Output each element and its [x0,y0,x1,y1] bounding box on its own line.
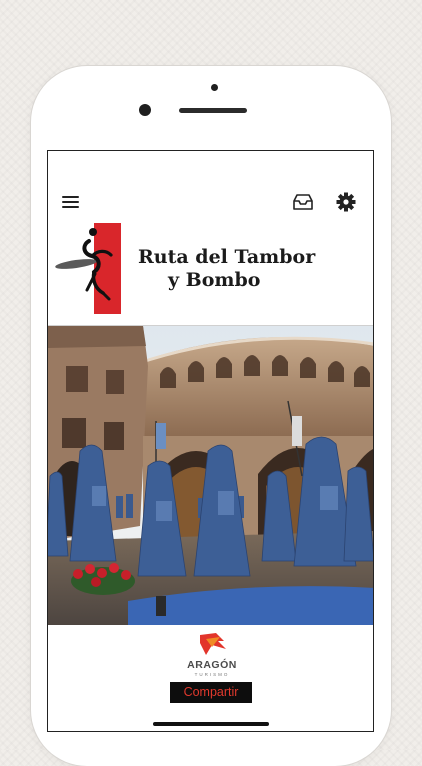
phone-speaker [179,108,247,113]
phone-camera-dot [211,84,218,91]
share-button[interactable]: Compartir [170,682,252,703]
aragon-turismo-logo: ARAGÓN TURISMO [180,631,244,677]
app-store-screenshot: { "app": { "logo": { "line1": "Ruta del … [0,0,422,766]
gear-icon[interactable] [335,191,357,213]
hamburger-menu-icon[interactable] [60,194,82,210]
app-title-line-2: y Bombo [168,269,261,291]
app-screen: Ruta del Tambor y Bombo ARAGÓN TURISMO C… [47,150,374,732]
hero-photo [48,326,373,625]
app-title: Ruta del Tambor y Bombo [138,246,315,292]
home-indicator[interactable] [153,722,269,726]
inbox-icon[interactable] [291,192,315,212]
app-logo: Ruta del Tambor y Bombo [54,219,369,319]
turismo-text: TURISMO [194,672,230,677]
phone-front-camera [139,104,151,116]
app-toolbar [48,151,373,221]
drummer-logo-icon [55,223,121,314]
aragon-brand-text: ARAGÓN [187,659,237,671]
aragon-dragon-icon [200,633,226,655]
app-title-line-1: Ruta del Tambor [138,246,316,268]
